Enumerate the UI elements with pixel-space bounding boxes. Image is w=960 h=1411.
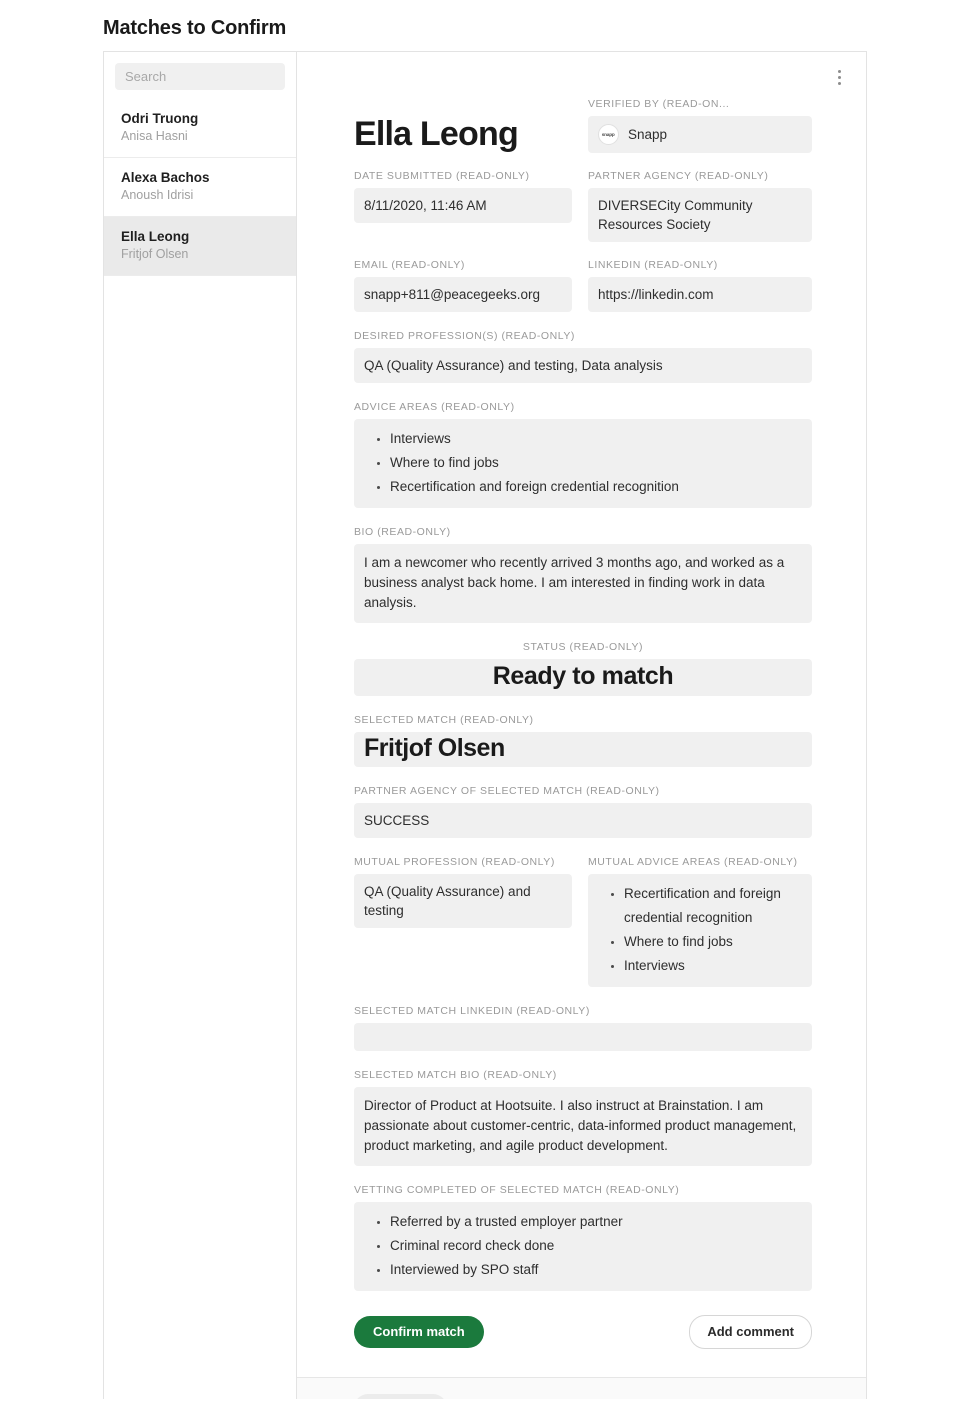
list-item: Where to find jobs bbox=[390, 451, 802, 475]
list-item: Where to find jobs bbox=[624, 930, 802, 954]
selected-match-agency-value: SUCCESS bbox=[354, 803, 812, 838]
tab-comments[interactable]: Comments bbox=[354, 1394, 448, 1399]
desired-professions-value: QA (Quality Assurance) and testing, Data… bbox=[354, 348, 812, 383]
advice-areas-value-box: Interviews Where to find jobs Recertific… bbox=[354, 419, 812, 508]
selected-match-label: SELECTED MATCH (READ-ONLY) bbox=[354, 714, 534, 726]
list-item-name: Ella Leong bbox=[121, 229, 190, 244]
verified-by-value: Snapp bbox=[628, 127, 668, 142]
status-label: STATUS (READ-ONLY) bbox=[522, 641, 644, 653]
verified-by-value-box: snapp Snapp bbox=[588, 116, 812, 153]
selected-match-bio-label: SELECTED MATCH BIO (READ-ONLY) bbox=[354, 1069, 557, 1081]
match-list-sidebar: Odri Truong Anisa Hasni Alexa Bachos Ano… bbox=[104, 52, 297, 1399]
list-item: Referred by a trusted employer partner bbox=[390, 1210, 802, 1234]
email-linkedin-row: EMAIL (READ-ONLY) snapp+811@peacegeeks.o… bbox=[354, 258, 812, 312]
list-item-name: Odri Truong bbox=[121, 111, 199, 126]
list-item: Criminal record check done bbox=[390, 1234, 802, 1258]
status-badge: Ready to match bbox=[354, 659, 812, 696]
linkedin-field: LINKEDIN (READ-ONLY) https://linkedin.co… bbox=[588, 258, 812, 312]
record-header: Ella Leong VERIFIED BY (READ-ON... snapp… bbox=[354, 52, 812, 153]
selected-match-bio-value: Director of Product at Hootsuite. I also… bbox=[354, 1087, 812, 1166]
date-submitted-field: DATE SUBMITTED (READ-ONLY) 8/11/2020, 11… bbox=[354, 169, 572, 242]
search-container bbox=[104, 52, 296, 99]
list-item-match: Fritjof Olsen bbox=[121, 247, 189, 261]
advice-areas-field: ADVICE AREAS (READ-ONLY) Interviews Wher… bbox=[354, 400, 812, 508]
email-field: EMAIL (READ-ONLY) snapp+811@peacegeeks.o… bbox=[354, 258, 572, 312]
selected-match-field: SELECTED MATCH (READ-ONLY) Fritjof Olsen bbox=[354, 713, 812, 767]
email-label: EMAIL (READ-ONLY) bbox=[354, 259, 465, 271]
page-title: Matches to Confirm bbox=[103, 17, 287, 39]
bio-value: I am a newcomer who recently arrived 3 m… bbox=[354, 544, 812, 623]
vetting-completed-label: VETTING COMPLETED OF SELECTED MATCH (REA… bbox=[354, 1184, 680, 1196]
status-field: STATUS (READ-ONLY) Ready to match bbox=[354, 640, 812, 696]
avatar-mark: snapp bbox=[602, 131, 615, 138]
record-scroll-area: Ella Leong VERIFIED BY (READ-ON... snapp… bbox=[297, 52, 866, 1377]
selected-match-agency-field: PARTNER AGENCY OF SELECTED MATCH (READ-O… bbox=[354, 784, 812, 838]
selected-match-value: Fritjof Olsen bbox=[354, 732, 812, 767]
notification-bell-icon[interactable] bbox=[820, 1395, 846, 1399]
selected-match-bio-field: SELECTED MATCH BIO (READ-ONLY) Director … bbox=[354, 1068, 812, 1166]
footer-tabbar: Comments Activity bbox=[354, 1394, 846, 1399]
mutual-profession-value: QA (Quality Assurance) and testing bbox=[354, 874, 572, 928]
selected-match-linkedin-label: SELECTED MATCH LINKEDIN (READ-ONLY) bbox=[354, 1005, 590, 1017]
list-item: Interviews bbox=[390, 427, 802, 451]
advice-areas-list: Interviews Where to find jobs Recertific… bbox=[364, 427, 802, 499]
sidebar-item-alexa-bachos[interactable]: Alexa Bachos Anoush Idrisi bbox=[104, 158, 296, 217]
add-comment-button[interactable]: Add comment bbox=[689, 1315, 812, 1349]
mutual-advice-areas-label: MUTUAL ADVICE AREAS (READ-ONLY) bbox=[588, 856, 798, 868]
vetting-completed-field: VETTING COMPLETED OF SELECTED MATCH (REA… bbox=[354, 1183, 812, 1291]
tab-activity[interactable]: Activity bbox=[453, 1394, 526, 1399]
snapp-avatar-icon: snapp bbox=[598, 124, 619, 145]
vetting-completed-list: Referred by a trusted employer partner C… bbox=[364, 1210, 802, 1282]
date-submitted-value: 8/11/2020, 11:46 AM bbox=[354, 188, 572, 223]
selected-match-agency-label: PARTNER AGENCY OF SELECTED MATCH (READ-O… bbox=[354, 785, 660, 797]
list-item-name: Alexa Bachos bbox=[121, 170, 210, 185]
email-value: snapp+811@peacegeeks.org bbox=[354, 277, 572, 312]
confirm-match-button[interactable]: Confirm match bbox=[354, 1316, 484, 1348]
list-item: Interviewed by SPO staff bbox=[390, 1258, 802, 1282]
advice-areas-label: ADVICE AREAS (READ-ONLY) bbox=[354, 401, 515, 413]
list-item-match: Anisa Hasni bbox=[121, 129, 188, 143]
mutual-advice-areas-list: Recertification and foreign credential r… bbox=[598, 882, 802, 978]
mutual-profession-label: MUTUAL PROFESSION (READ-ONLY) bbox=[354, 856, 555, 868]
partner-agency-field: PARTNER AGENCY (READ-ONLY) DIVERSECity C… bbox=[588, 169, 812, 242]
record-detail-panel: Ella Leong VERIFIED BY (READ-ON... snapp… bbox=[297, 52, 866, 1399]
action-row: Confirm match Add comment bbox=[354, 1315, 812, 1377]
sidebar-item-odri-truong[interactable]: Odri Truong Anisa Hasni bbox=[104, 99, 296, 158]
list-item: Recertification and foreign credential r… bbox=[390, 475, 802, 499]
submitted-agency-row: DATE SUBMITTED (READ-ONLY) 8/11/2020, 11… bbox=[354, 169, 812, 242]
mutual-advice-areas-field: MUTUAL ADVICE AREAS (READ-ONLY) Recertif… bbox=[588, 855, 812, 987]
list-item: Interviews bbox=[624, 954, 802, 978]
mutual-advice-areas-value-box: Recertification and foreign credential r… bbox=[588, 874, 812, 987]
date-submitted-label: DATE SUBMITTED (READ-ONLY) bbox=[354, 170, 530, 182]
verified-by-field: VERIFIED BY (READ-ON... snapp Snapp bbox=[588, 97, 812, 153]
more-options-icon[interactable] bbox=[828, 64, 850, 90]
selected-match-linkedin-field: SELECTED MATCH LINKEDIN (READ-ONLY) bbox=[354, 1004, 812, 1051]
list-item: Recertification and foreign credential r… bbox=[624, 882, 802, 930]
desired-professions-label: DESIRED PROFESSION(S) (READ-ONLY) bbox=[354, 330, 575, 342]
record-title: Ella Leong bbox=[354, 115, 519, 153]
list-item-match: Anoush Idrisi bbox=[121, 188, 194, 202]
mutual-profession-field: MUTUAL PROFESSION (READ-ONLY) QA (Qualit… bbox=[354, 855, 572, 928]
partner-agency-label: PARTNER AGENCY (READ-ONLY) bbox=[588, 170, 769, 182]
linkedin-label: LINKEDIN (READ-ONLY) bbox=[588, 259, 718, 271]
desired-professions-field: DESIRED PROFESSION(S) (READ-ONLY) QA (Qu… bbox=[354, 329, 812, 383]
bio-label: BIO (READ-ONLY) bbox=[354, 526, 451, 538]
verified-by-label: VERIFIED BY (READ-ON... bbox=[588, 98, 730, 110]
bio-field: BIO (READ-ONLY) I am a newcomer who rece… bbox=[354, 525, 812, 623]
search-input[interactable] bbox=[115, 63, 285, 90]
sidebar-item-ella-leong[interactable]: Ella Leong Fritjof Olsen bbox=[104, 217, 296, 276]
selected-match-linkedin-value bbox=[354, 1023, 812, 1051]
linkedin-value: https://linkedin.com bbox=[588, 277, 812, 312]
mutual-row: MUTUAL PROFESSION (READ-ONLY) QA (Qualit… bbox=[354, 855, 812, 987]
app-shell: Odri Truong Anisa Hasni Alexa Bachos Ano… bbox=[103, 51, 867, 1399]
vetting-completed-value-box: Referred by a trusted employer partner C… bbox=[354, 1202, 812, 1291]
partner-agency-value: DIVERSECity Community Resources Society bbox=[588, 188, 812, 242]
discussion-footer: Comments Activity snapp bbox=[297, 1377, 866, 1399]
